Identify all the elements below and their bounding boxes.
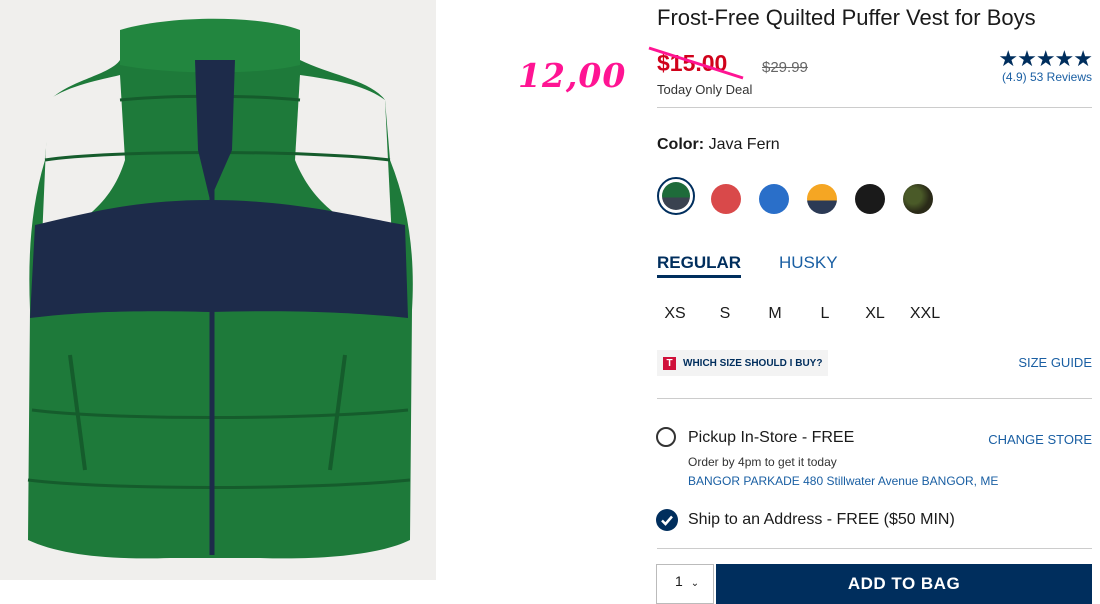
swatch-camo[interactable] [903,184,933,214]
size-option-s[interactable]: S [707,305,743,323]
size-guide-link[interactable]: SIZE GUIDE [1018,355,1092,370]
star-rating-icon: ★★★★★ [998,46,1093,71]
size-option-m[interactable]: M [757,305,793,323]
swatch-green-navy-fill [662,182,690,210]
size-option-xxl[interactable]: XXL [907,305,943,323]
size-option-l[interactable]: L [807,305,843,323]
rating-score: (4.9) [1001,70,1027,84]
which-size-button[interactable]: T WHICH SIZE SHOULD I BUY? [657,350,829,376]
swatch-yellow-navy[interactable] [807,184,837,214]
ship-checkbox[interactable] [656,509,678,531]
original-price: $29.99 [762,59,808,76]
size-option-xs[interactable]: XS [657,305,693,323]
price-row: $15.00 $29.99 [648,46,808,80]
puffer-vest-image [0,0,436,580]
size-option-xl[interactable]: XL [857,305,893,323]
divider [657,398,1092,399]
selected-color-name: Java Fern [708,136,780,153]
checkmark-icon [661,515,673,526]
divider [657,107,1092,108]
review-count: 53 Reviews [1029,70,1092,84]
change-store-link[interactable]: CHANGE STORE [988,432,1092,447]
handwritten-price-annotation: 12,00 [518,56,627,95]
reviews-link[interactable]: (4.9) 53 Reviews [998,70,1092,84]
product-image[interactable] [0,0,436,580]
product-title: Frost-Free Quilted Puffer Vest for Boys [657,5,1036,30]
sale-price-text: $15.00 [657,50,728,76]
deal-label: Today Only Deal [657,82,753,97]
pickup-note: Order by 4pm to get it today [688,455,837,469]
swatch-black[interactable] [855,184,885,214]
which-size-label: WHICH SIZE SHOULD I BUY? [683,357,823,369]
color-label: Color: [657,136,705,153]
tab-husky[interactable]: HUSKY [779,253,838,273]
true-fit-icon: T [663,356,676,370]
quantity-value: 1 [675,573,683,589]
sale-price: $15.00 [648,46,744,80]
swatch-blue[interactable] [759,184,789,214]
swatch-red[interactable] [711,184,741,214]
ship-label[interactable]: Ship to an Address - FREE ($50 MIN) [688,511,955,529]
add-to-bag-button[interactable]: ADD TO BAG [716,564,1092,604]
store-address-link[interactable]: BANGOR PARKADE 480 Stillwater Avenue BAN… [688,474,998,488]
quantity-select[interactable]: 1 ⌄ [656,564,714,604]
swatch-green-navy[interactable] [657,177,695,215]
color-label-row: Color: Java Fern [657,136,780,154]
rating[interactable]: ★★★★★ (4.9) 53 Reviews [998,46,1093,85]
pickup-label[interactable]: Pickup In-Store - FREE [688,429,854,447]
chevron-down-icon: ⌄ [690,578,700,589]
divider [657,548,1092,549]
pickup-radio[interactable] [656,427,676,447]
tab-regular[interactable]: REGULAR [657,253,742,278]
